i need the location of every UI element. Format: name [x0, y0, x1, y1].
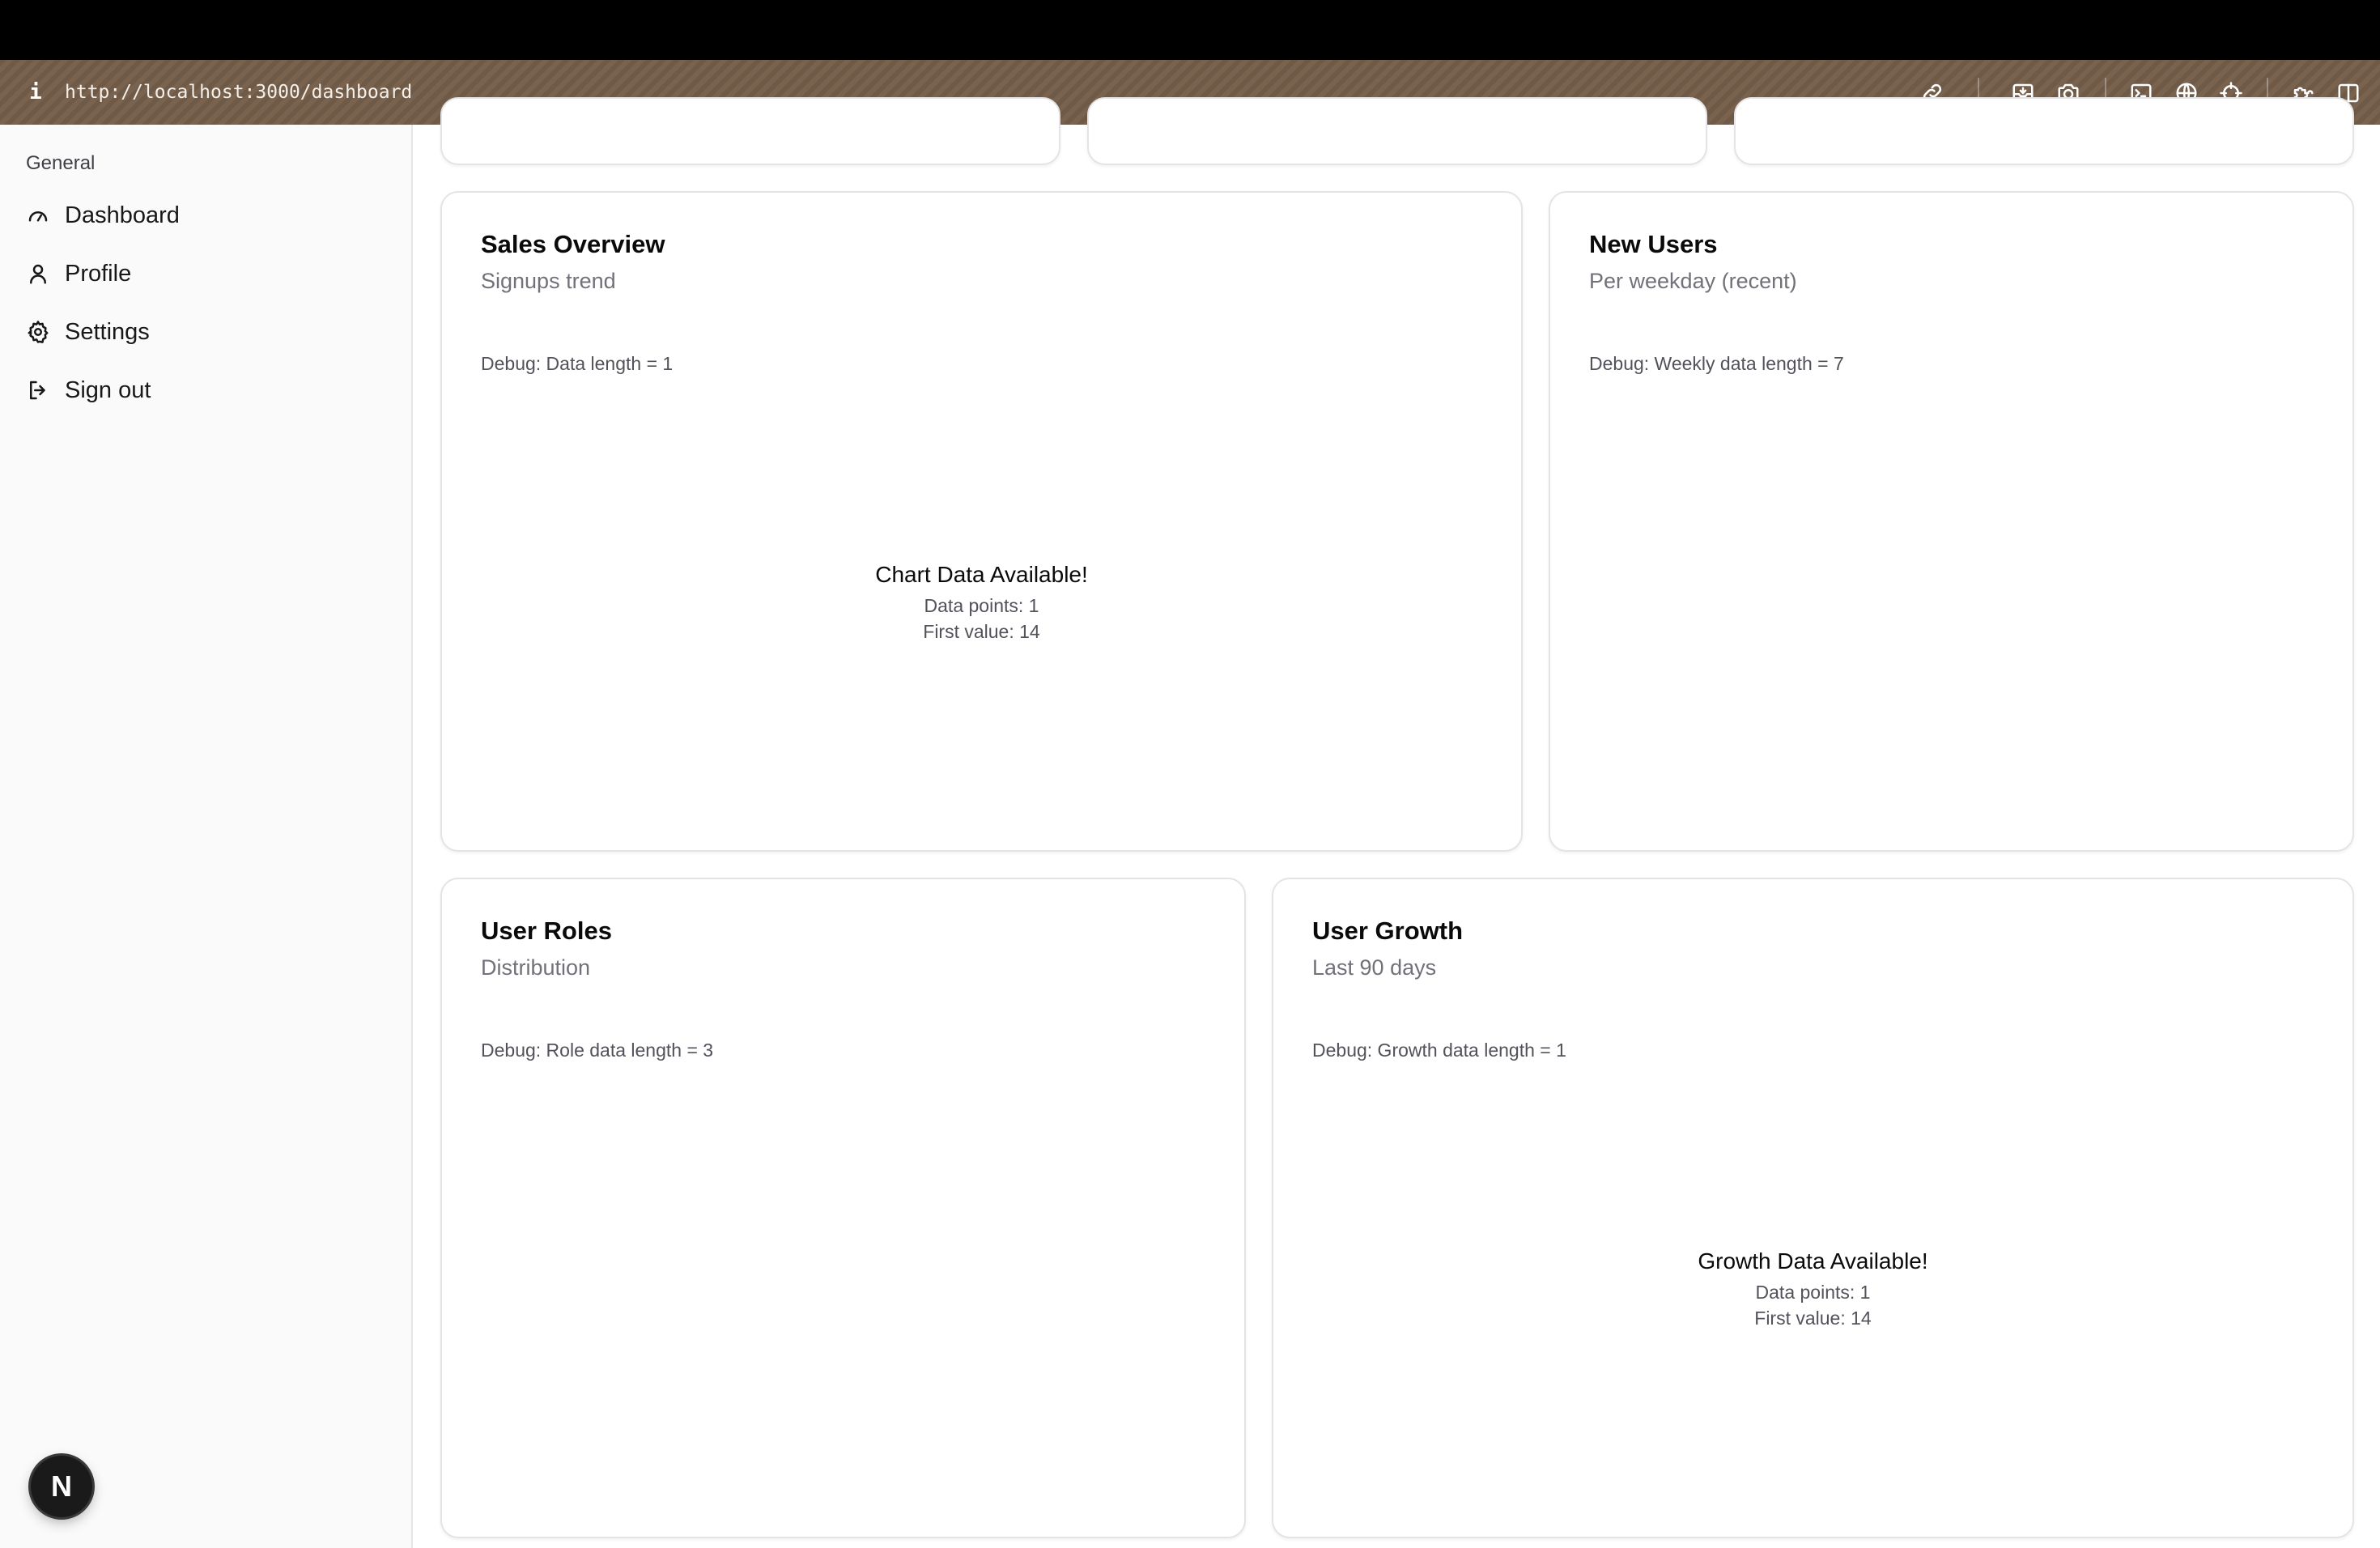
chart-status-headline: Chart Data Available! [875, 562, 1088, 587]
first-value-text: First value: 14 [923, 621, 1040, 642]
card-title: New Users [1589, 230, 1718, 258]
first-value-text: First value: 14 [1754, 1308, 1872, 1329]
sidebar-item-sign-out[interactable]: Sign out [26, 371, 151, 410]
debug-text: Debug: Role data length = 3 [481, 1040, 714, 1061]
sidebar-item-label: Settings [65, 318, 150, 345]
chart-placeholder: Chart Data Available! Data points: 1 Fir… [442, 562, 1521, 644]
next-badge-letter: N [51, 1469, 72, 1503]
sidebar-item-dashboard[interactable]: Dashboard [26, 196, 180, 235]
data-points-text: Data points: 1 [1755, 1282, 1871, 1303]
sidebar-item-label: Sign out [65, 376, 151, 403]
sidebar-item-label: Profile [65, 260, 132, 287]
card-subtitle: Signups trend [481, 269, 616, 293]
card-subtitle: Distribution [481, 955, 591, 980]
user-icon [30, 264, 46, 284]
debug-text: Debug: Weekly data length = 7 [1589, 353, 1844, 374]
window-top-bar [0, 0, 2380, 60]
sales-overview-card: Sales Overview Signups trend Debug: Data… [440, 191, 1523, 852]
sidebar-item-settings[interactable]: Settings [26, 313, 150, 351]
card-title: Sales Overview [481, 230, 665, 258]
url-text[interactable]: http://localhost:3000/dashboard [65, 76, 412, 108]
gauge-icon [28, 211, 48, 222]
chart-status-headline: Growth Data Available! [1698, 1248, 1928, 1274]
logout-icon [30, 381, 45, 400]
sidebar-group-label: General [26, 152, 96, 174]
next-dev-badge[interactable]: N [31, 1456, 92, 1517]
new-users-card: New Users Per weekday (recent) Debug: We… [1549, 191, 2354, 852]
gear-icon [28, 321, 49, 343]
stat-card [1734, 97, 2354, 165]
debug-text: Debug: Growth data length = 1 [1312, 1040, 1566, 1061]
stat-card [1087, 97, 1707, 165]
stat-card [440, 97, 1060, 165]
sidebar-item-label: Dashboard [65, 202, 180, 228]
sidebar: General Dashboard Profile Settings Sign … [0, 125, 413, 1548]
data-points-text: Data points: 1 [924, 595, 1039, 616]
debug-text: Debug: Data length = 1 [481, 353, 674, 374]
sidebar-item-profile[interactable]: Profile [26, 254, 131, 293]
user-roles-card: User Roles Distribution Debug: Role data… [440, 878, 1246, 1538]
card-subtitle: Last 90 days [1312, 955, 1437, 980]
card-title: User Roles [481, 916, 612, 945]
card-subtitle: Per weekday (recent) [1589, 269, 1797, 293]
user-growth-card: User Growth Last 90 days Debug: Growth d… [1272, 878, 2354, 1538]
info-icon[interactable]: i [28, 76, 44, 108]
chart-placeholder: Growth Data Available! Data points: 1 Fi… [1273, 1248, 2352, 1331]
card-title: User Growth [1312, 916, 1464, 945]
